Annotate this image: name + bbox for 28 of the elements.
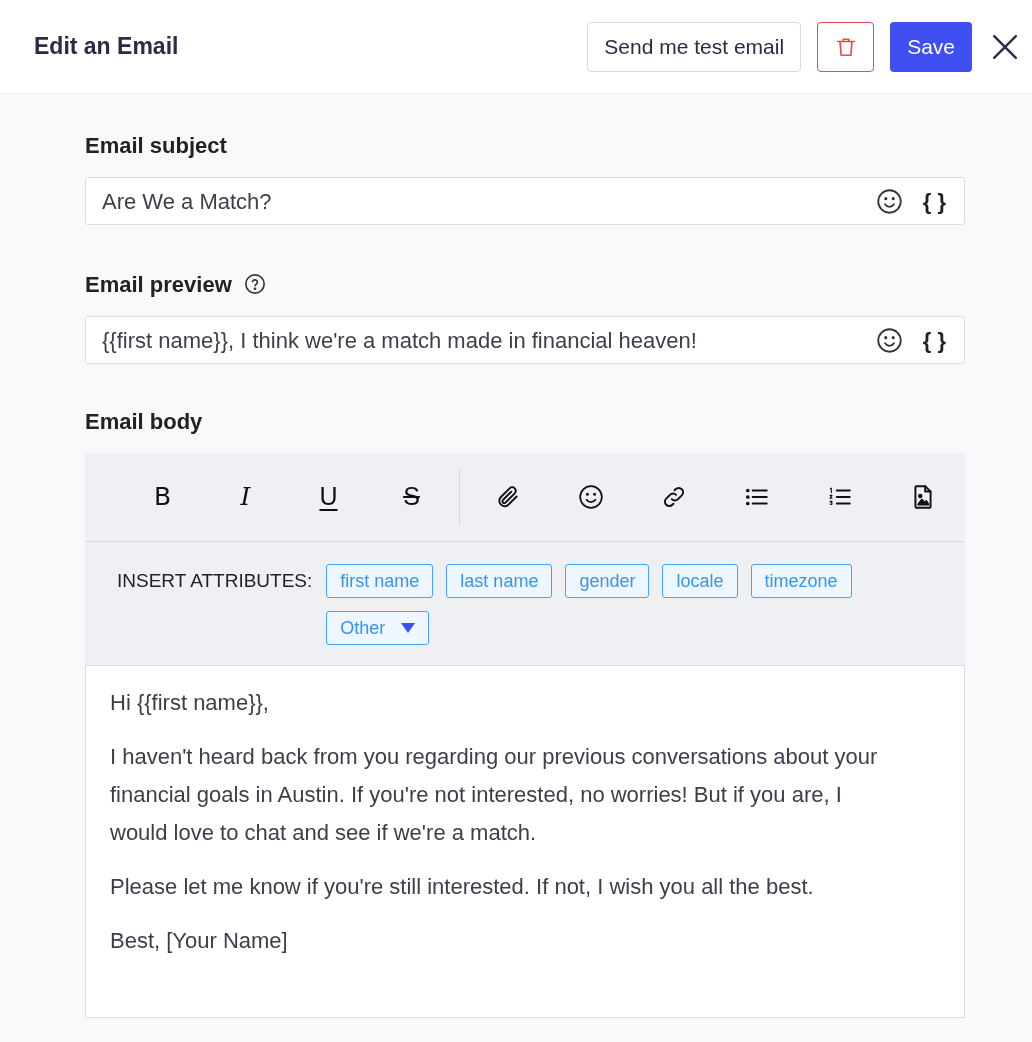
field-label: Email preview [85,270,232,299]
close-icon[interactable] [992,33,1018,60]
smiley-icon[interactable] [875,187,903,215]
variable-button[interactable]: { } [922,323,946,357]
field-label: Email subject [85,131,227,160]
save-button[interactable]: Save [890,21,972,72]
attributes-label: INSERT ATTRIBUTES: [117,569,313,593]
help-icon[interactable] [243,273,266,295]
field-label: Email body [85,407,203,436]
strikethrough-button[interactable]: S [370,472,453,522]
send-test-email-button[interactable]: Send me test email [587,21,802,72]
italic-button[interactable]: I [204,472,287,522]
bold-button[interactable]: B [121,472,204,522]
text-field[interactable]: {{first name}}, I think we're a match made in financial heaven! { } [85,316,965,364]
underline-button[interactable]: U [287,472,370,522]
body-paragraph: I haven't heard back from you regarding our previous conversations about your financial goals in Austin. If you're not interested, no worries! But if you are, I would love to chat and see if we're a match. [110,743,879,847]
delete-button[interactable] [817,21,875,72]
body-paragraph: Best, [Your Name] [110,927,289,955]
smiley-icon[interactable] [577,484,604,510]
smiley-icon[interactable] [875,326,903,354]
body-paragraph: Hi {{first name}}, [110,689,270,717]
caret-icon [401,623,416,633]
body-editor[interactable] [85,665,965,1018]
variable-button[interactable]: { } [922,184,946,218]
trash-icon [834,35,857,58]
text-field[interactable]: Are We a Match? { } [85,177,965,225]
dialog-title: Edit an Email [34,32,180,62]
body-paragraph: Please let me know if you're still interested. If not, I wish you all the best. [110,873,815,901]
